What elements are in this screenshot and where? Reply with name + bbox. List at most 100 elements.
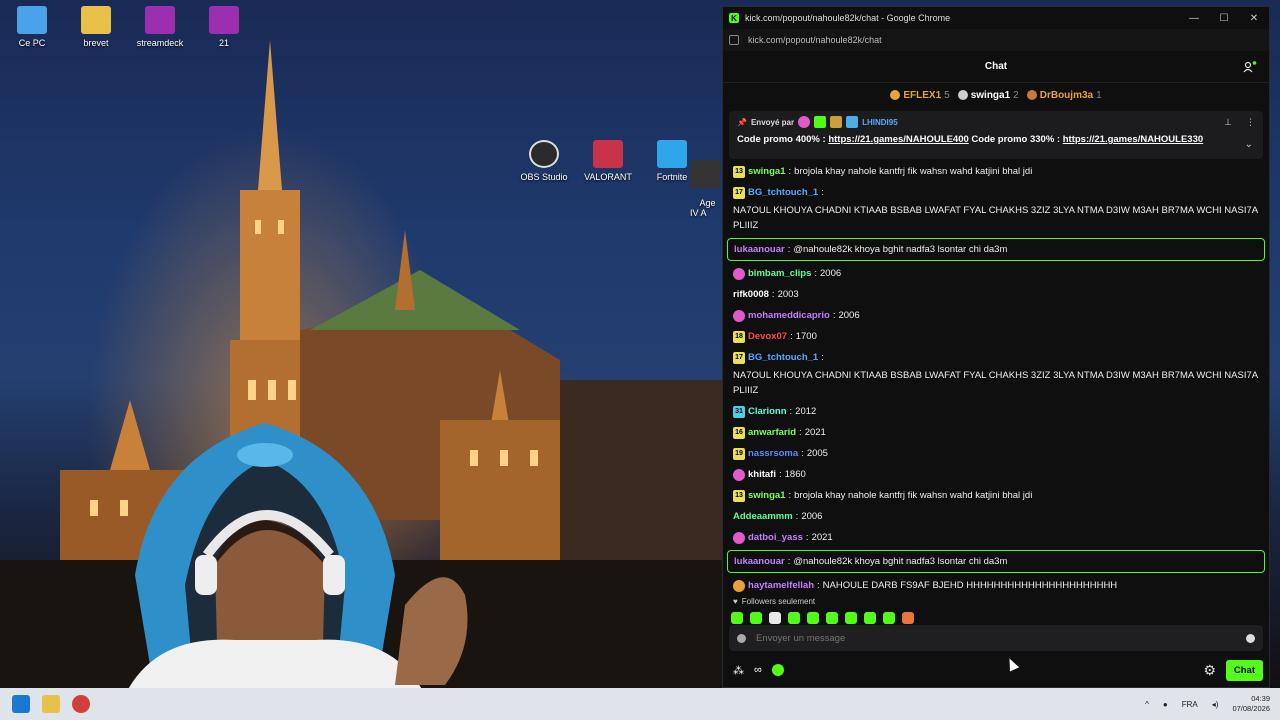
chat-username[interactable]: khitafi: [748, 467, 776, 482]
username-separator: :: [787, 556, 791, 567]
emote-icon[interactable]: [826, 612, 838, 624]
message-input[interactable]: [756, 632, 1196, 644]
chat-username[interactable]: swinga1: [748, 164, 786, 179]
chat-username[interactable]: BG_tchtouch_1: [748, 185, 818, 200]
message-input-box[interactable]: [729, 625, 1263, 651]
chat-messages[interactable]: 13 swinga1: brojola khay nahole kantfrj fi…: [723, 159, 1269, 593]
bronze-badge-icon: [1026, 90, 1037, 100]
chrome-window: K kick.com/popout/nahoule82k/chat - Goog…: [722, 6, 1270, 688]
sender-badge-icon: [830, 116, 843, 128]
emote-icon[interactable]: [807, 612, 819, 624]
maximize-button[interactable]: ☐: [1209, 13, 1239, 24]
desktop-icon-brevet[interactable]: brevet: [64, 6, 128, 48]
desktop-icon-21[interactable]: 21: [192, 6, 256, 48]
clock[interactable]: 04:39 07/08/2026: [1232, 694, 1270, 714]
chat-username[interactable]: rifk0008: [733, 287, 769, 302]
more-options-icon[interactable]: ⋮: [1246, 117, 1255, 128]
window-titlebar[interactable]: K kick.com/popout/nahoule82k/chat - Goog…: [723, 7, 1269, 29]
chat-message-text: 2006: [801, 511, 823, 522]
chat-message[interactable]: bimbam_clips:2006: [727, 263, 1265, 284]
promo-link-330[interactable]: https://21.games/NAHOULE330: [1063, 134, 1203, 145]
gear-icon[interactable]: ⚙: [1203, 662, 1216, 679]
chat-username[interactable]: mohameddicaprio: [748, 308, 830, 323]
chat-message[interactable]: lukaanouar: @nahoule82k khoya bghit nadfa…: [727, 550, 1265, 573]
emote-icon[interactable]: [788, 612, 800, 624]
minimize-button[interactable]: —: [1179, 13, 1209, 24]
desktop-icon-valorant[interactable]: VALORANT: [576, 140, 640, 182]
chat-username[interactable]: lukaanouar: [734, 554, 785, 569]
chat-message[interactable]: 13 swinga1: brojola khay nahole kantfrj fi…: [727, 161, 1265, 182]
chat-message[interactable]: 31 Clarionn:2012: [727, 401, 1265, 422]
chat-message[interactable]: mohameddicaprio:2006: [727, 305, 1265, 326]
chat-username[interactable]: swinga1: [748, 488, 786, 503]
chevron-down-icon[interactable]: ⌄: [1245, 139, 1253, 150]
file-explorer-icon[interactable]: [42, 695, 60, 713]
chat-username[interactable]: Clarionn: [748, 404, 787, 419]
username-separator: :: [832, 310, 836, 321]
kick-points-icon[interactable]: [771, 664, 784, 676]
chevron-up-icon[interactable]: ^: [1145, 700, 1149, 709]
language-indicator[interactable]: FRA: [1182, 700, 1198, 709]
emote-icon[interactable]: [864, 612, 876, 624]
chat-username[interactable]: Devox07: [748, 329, 787, 344]
address-bar[interactable]: kick.com/popout/nahoule82k/chat: [723, 29, 1269, 51]
chat-message[interactable]: lukaanouar: @nahoule82k khoya bghit nadfa…: [727, 238, 1265, 261]
chat-message-text: 2012: [795, 406, 817, 417]
chat-message[interactable]: khitafi:1860: [727, 464, 1265, 485]
desktop-icon-obs-studio[interactable]: OBS Studio: [512, 140, 576, 182]
chat-username[interactable]: lukaanouar: [734, 242, 785, 257]
chat-username[interactable]: bimbam_clips: [748, 266, 811, 281]
chat-message-text: 2006: [820, 268, 842, 279]
pinned-sender[interactable]: LHINDI95: [862, 118, 898, 127]
chat-message[interactable]: 19 nassrsoma:2005: [727, 443, 1265, 464]
users-icon[interactable]: [1243, 61, 1257, 73]
desktop-icon-ce-pc[interactable]: Ce PC: [0, 6, 64, 48]
chat-message[interactable]: Addeaammm:2006: [727, 506, 1265, 527]
desktop-icon-streamdeck[interactable]: streamdeck: [128, 6, 192, 48]
chat-message[interactable]: 17 BG_tchtouch_1: NA7OUL KHOUYA CHADNI KTI…: [727, 182, 1265, 236]
chat-message[interactable]: rifk0008:2003: [727, 284, 1265, 305]
chat-message[interactable]: 16 anwarfarid:2021: [727, 422, 1265, 443]
shield-icon: [737, 633, 746, 643]
promo-link-400[interactable]: https://21.games/NAHOULE400: [828, 134, 968, 145]
send-chat-button[interactable]: Chat: [1225, 659, 1263, 681]
emoji-picker-icon[interactable]: [1246, 633, 1255, 643]
emote-icon[interactable]: [750, 612, 762, 624]
emote-icon[interactable]: [902, 612, 914, 624]
sender-badge-icon: [814, 116, 827, 128]
emote-icon[interactable]: [731, 612, 743, 624]
volume-icon[interactable]: ◂): [1212, 700, 1219, 709]
chat-message[interactable]: 17 BG_tchtouch_1: NA7OUL KHOUYA CHADNI KTI…: [727, 347, 1265, 401]
chat-message-text: 2003: [777, 289, 799, 300]
game-icon: [690, 160, 720, 188]
emote-icon[interactable]: [769, 612, 781, 624]
chat-message[interactable]: haytamelfellah: NAHOULE DARB FS9AF BJEHD …: [727, 575, 1265, 593]
close-button[interactable]: ✕: [1239, 13, 1269, 24]
emote-icon[interactable]: [883, 612, 895, 624]
infinity-icon[interactable]: ∞: [754, 664, 762, 676]
community-icon[interactable]: ⁂: [733, 664, 744, 677]
microphone-icon[interactable]: ●: [1163, 700, 1168, 709]
pinned-message[interactable]: 📌 Envoyé par LHINDI95 Code promo 400% : …: [729, 111, 1263, 159]
chat-username[interactable]: haytamelfellah: [748, 578, 814, 593]
gifter-3[interactable]: DrBoujm3a 1: [1026, 90, 1102, 101]
chat-message-text: 1700: [795, 331, 817, 342]
chat-message[interactable]: 13 swinga1: brojola khay nahole kantfrj fi…: [727, 485, 1265, 506]
chat-message[interactable]: datboi_yass:2021: [727, 527, 1265, 548]
url-text[interactable]: kick.com/popout/nahoule82k/chat: [748, 35, 882, 45]
chat-username[interactable]: datboi_yass: [748, 530, 803, 545]
chrome-icon[interactable]: [72, 695, 90, 713]
windows-start-icon[interactable]: [12, 695, 30, 713]
chat-username[interactable]: BG_tchtouch_1: [748, 350, 818, 365]
chat-username[interactable]: nassrsoma: [748, 446, 798, 461]
site-info-icon[interactable]: [729, 35, 739, 45]
chat-username[interactable]: Addeaammm: [733, 509, 793, 524]
subscriber-badge-icon: 18: [733, 330, 745, 343]
emote-icon[interactable]: [845, 612, 857, 624]
chat-message[interactable]: 18 Devox07:1700: [727, 326, 1265, 347]
desktop-icon-age[interactable]: Age IV A: [690, 140, 722, 228]
chat-username[interactable]: anwarfarid: [748, 425, 796, 440]
unpin-icon[interactable]: ⊥: [1224, 117, 1232, 128]
gifter-2[interactable]: swinga1 2: [957, 90, 1019, 101]
gifter-1[interactable]: EFLEX1 5: [890, 90, 950, 101]
